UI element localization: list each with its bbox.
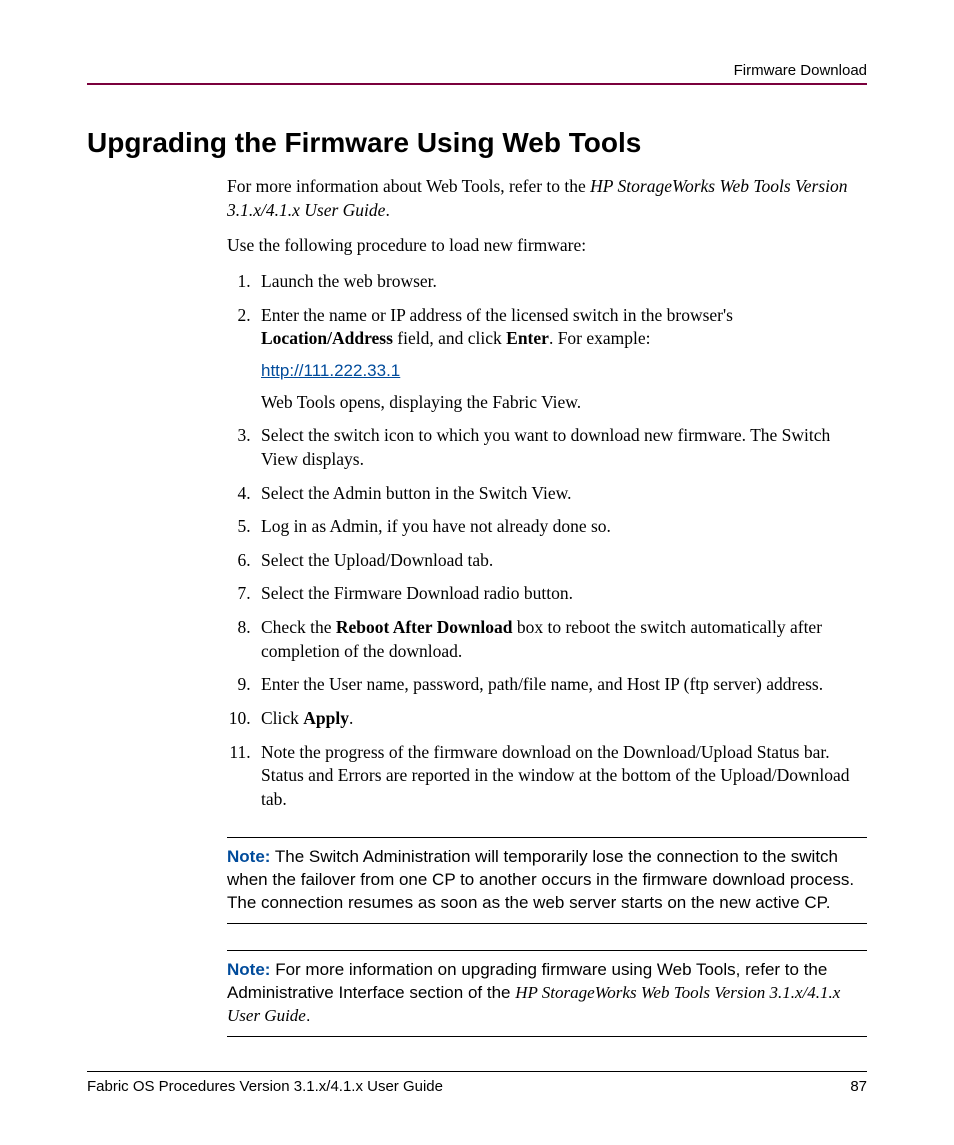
header-rule	[87, 83, 867, 85]
step-2-mid: field, and click	[393, 328, 506, 348]
note-1: Note: The Switch Administration will tem…	[227, 846, 867, 915]
note-2-bottom-rule	[227, 1036, 867, 1037]
step-2-after: Web Tools opens, displaying the Fabric V…	[261, 391, 867, 415]
step-8: Check the Reboot After Download box to r…	[255, 616, 867, 663]
step-2-bold-enter: Enter	[506, 328, 549, 348]
step-2-pre: Enter the name or IP address of the lice…	[261, 305, 733, 325]
step-6: Select the Upload/Download tab.	[255, 549, 867, 573]
note-1-bottom-rule	[227, 923, 867, 924]
step-7: Select the Firmware Download radio butto…	[255, 582, 867, 606]
step-8-pre: Check the	[261, 617, 336, 637]
note-1-label: Note:	[227, 847, 270, 866]
step-11: Note the progress of the firmware downlo…	[255, 741, 867, 812]
note-1-top-rule	[227, 837, 867, 838]
note-2-post: .	[306, 1006, 311, 1025]
step-10-post: .	[349, 708, 353, 728]
body-content: For more information about Web Tools, re…	[227, 175, 867, 1037]
step-5: Log in as Admin, if you have not already…	[255, 515, 867, 539]
lead-paragraph: Use the following procedure to load new …	[227, 234, 867, 258]
intro-post: .	[385, 200, 389, 220]
example-url-link[interactable]: http://111.222.33.1	[261, 361, 400, 380]
step-2-post: . For example:	[549, 328, 651, 348]
note-2-top-rule	[227, 950, 867, 951]
footer-rule	[87, 1071, 867, 1072]
running-header: Firmware Download	[87, 62, 867, 79]
step-10-bold: Apply	[303, 708, 349, 728]
section-title: Upgrading the Firmware Using Web Tools	[87, 127, 867, 159]
step-10: Click Apply.	[255, 707, 867, 731]
step-8-bold: Reboot After Download	[336, 617, 513, 637]
intro-pre: For more information about Web Tools, re…	[227, 176, 590, 196]
step-10-pre: Click	[261, 708, 303, 728]
step-1: Launch the web browser.	[255, 270, 867, 294]
step-2: Enter the name or IP address of the lice…	[255, 304, 867, 415]
step-2-bold-location: Location/Address	[261, 328, 393, 348]
page-footer: Fabric OS Procedures Version 3.1.x/4.1.x…	[87, 1071, 867, 1095]
note-1-text: The Switch Administration will temporari…	[227, 847, 854, 912]
step-4: Select the Admin button in the Switch Vi…	[255, 482, 867, 506]
footer-doc-title: Fabric OS Procedures Version 3.1.x/4.1.x…	[87, 1078, 443, 1095]
note-2-label: Note:	[227, 960, 270, 979]
footer-page-number: 87	[850, 1078, 867, 1095]
step-3: Select the switch icon to which you want…	[255, 424, 867, 471]
procedure-list: Launch the web browser. Enter the name o…	[227, 270, 867, 812]
step-9: Enter the User name, password, path/file…	[255, 673, 867, 697]
note-2: Note: For more information on upgrading …	[227, 959, 867, 1028]
intro-paragraph: For more information about Web Tools, re…	[227, 175, 867, 222]
